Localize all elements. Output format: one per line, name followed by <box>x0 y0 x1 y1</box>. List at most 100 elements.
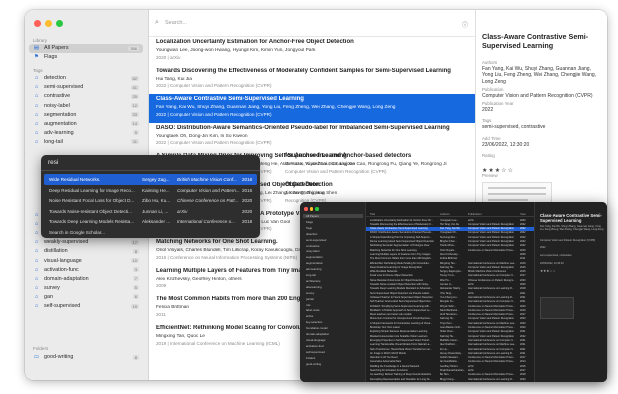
dark-sidebar: All Papers Flags Tags detection semi-supervi… <box>300 202 366 382</box>
sidebar-tag-noisy-label[interactable]: ⌂ noisy-label 12 <box>29 101 143 110</box>
dark-row-title: Towards Noise-resistant Object Detection… <box>370 283 430 287</box>
header-authors[interactable]: Authors <box>440 212 466 216</box>
search-input[interactable]: Search... <box>165 20 187 26</box>
dark-sidebar-item[interactable]: activation-func <box>303 344 363 348</box>
dark-detail-tags: semi-supervised, contrastive <box>540 254 572 257</box>
dark-row-year: 2018 <box>520 287 526 291</box>
dark-zoom-button[interactable] <box>315 207 319 211</box>
dark-sidebar-item[interactable]: Flags <box>303 220 363 224</box>
dark-sidebar-item[interactable]: semi-supervised <box>303 238 363 242</box>
dark-close-button[interactable] <box>304 207 308 211</box>
dark-row-title: A Simple Framework for Contrastive Learn… <box>370 321 433 325</box>
dark-sidebar-item[interactable]: good-writing <box>303 362 363 366</box>
header-year[interactable]: Year <box>520 212 532 216</box>
dark-sidebar-item[interactable]: self-supervised <box>303 350 363 354</box>
dark-sidebar-item[interactable]: visual-language <box>303 338 363 342</box>
paper-list-item[interactable]: DASO: Distribution-Aware Semantics-Orien… <box>149 123 475 152</box>
sidebar-item-all-papers[interactable]: ▤ All Papers 356 <box>29 44 143 53</box>
dark-pdf-preview[interactable] <box>540 297 574 319</box>
sidebar-tag-distillation[interactable]: ⌂ distillation 8 <box>29 247 143 256</box>
item-count-badge: 356 <box>128 45 139 51</box>
sidebar-tag-survey[interactable]: ⌂ survey 5 <box>29 284 143 293</box>
sidebar-tag-augmentation[interactable]: ⌂ augmentation 14 <box>29 120 143 129</box>
dark-row-publication: arXiv <box>468 364 474 368</box>
sidebar-tag-activation-func[interactable]: ⌂ activation-func 3 <box>29 265 143 274</box>
dark-detail-rating[interactable]: ★★★☆☆ <box>540 269 604 273</box>
sidebar-tag-semi-supervised[interactable]: ⌂ semi-supervised 41 <box>29 83 143 92</box>
quick-search-result[interactable]: Deep Residual Learning for Image Reco...… <box>44 185 257 196</box>
sidebar-tag-gan[interactable]: ⌂ gan 6 <box>29 293 143 302</box>
dark-row-year: 2022 <box>520 222 526 226</box>
search-bar[interactable]: ⌕ Search... <box>149 10 475 37</box>
paper-list-item[interactable]: Class-Aware Contrastive Semi-Supervised … <box>149 94 475 124</box>
sidebar-tag-segmentation[interactable]: ⌂ segmentation 33 <box>29 110 143 119</box>
dark-sidebar-item[interactable]: augmentation <box>303 261 363 265</box>
sidebar-tag-contrastive[interactable]: ⌂ contrastive 25 <box>29 92 143 101</box>
sidebar-tag-domain-adaptation[interactable]: ⌂ domain-adaptation 7 <box>29 275 143 284</box>
dark-row-publication: International Conference on Machine Lea.… <box>468 343 516 347</box>
paper-list-item[interactable]: Towards Discovering the Effectiveness of… <box>149 66 475 95</box>
detail-year: 2022 <box>482 107 494 113</box>
dark-sidebar-item[interactable]: partial <box>303 297 363 301</box>
quick-search-result[interactable]: Wide Residual Networks. Sergey Zag... Brit… <box>44 174 257 185</box>
sidebar-folder-good-writing[interactable]: ▭ good-writing 8 <box>29 353 143 362</box>
dark-sidebar-item[interactable]: detection <box>303 232 363 236</box>
dark-sidebar-item[interactable]: foundation-model <box>303 326 363 330</box>
zoom-window-button[interactable] <box>56 20 63 27</box>
dark-sidebar-item[interactable]: noisy-label <box>303 249 363 253</box>
dark-sidebar-item[interactable]: Folders <box>303 356 363 360</box>
detail-add-time-label: Add Time <box>482 136 501 141</box>
close-window-button[interactable] <box>34 20 41 27</box>
paper-publication: 2020 | arXiv <box>156 54 181 60</box>
dark-sidebar-item[interactable]: architecture <box>303 279 363 283</box>
dark-row-publication: Conference on Neural Information Proce..… <box>468 248 515 252</box>
dark-sidebar-item[interactable]: mis <box>303 303 363 307</box>
dark-sidebar-item[interactable]: active <box>303 314 363 318</box>
dark-sidebar-item[interactable]: Tags <box>303 226 363 230</box>
dark-sidebar-item[interactable]: contrastive <box>303 244 363 248</box>
sidebar-tag-weakly-supervised[interactable]: ⌂ weakly-supervised 17 <box>29 238 143 247</box>
dark-row-authors: Ashish Vaswani... <box>440 356 460 360</box>
quick-search-result[interactable]: Search in Google Scholar... <box>44 227 257 238</box>
dark-detail-add-time: 23/06/2022, 12:30:20 <box>540 262 564 265</box>
sidebar-tag-visual-language[interactable]: ⌂ visual-language 10 <box>29 256 143 265</box>
dark-sidebar-item[interactable]: ada-learning <box>303 285 363 289</box>
quick-search-result[interactable]: Towards Deep Learning Models Resista... A… <box>44 216 257 227</box>
header-publication[interactable]: Publication <box>468 212 518 216</box>
quick-search-result[interactable]: Noise Resistant Focal Loss for Object D.… <box>44 195 257 206</box>
dark-row-title: Dense Learning based Semi-Supervised Obj… <box>370 240 435 244</box>
dark-sidebar-item[interactable]: adv-learning <box>303 267 363 271</box>
sidebar-tag-self-supervised[interactable]: ⌂ self-supervised 19 <box>29 302 143 311</box>
dark-row-year: 2020 <box>520 304 526 308</box>
dark-sidebar-item[interactable]: label-noise <box>303 308 363 312</box>
dark-sidebar-item[interactable]: segmentation <box>303 255 363 259</box>
dark-row-authors: Alex Krizhevsky... <box>440 252 460 256</box>
dark-sidebar-item[interactable]: All Papers <box>303 214 363 219</box>
dark-row-authors: Junnan Li... <box>440 283 453 287</box>
detail-tags[interactable]: semi-supervised, contrastive <box>482 124 602 130</box>
dark-row-authors: Bingyi Kang... <box>440 377 456 381</box>
flag-icon: ⚑ <box>34 54 39 61</box>
dark-row-publication: Computer Vision and Pattern Recognition <box>468 240 514 244</box>
dark-table-row[interactable]: Decoupling Representation and Classifier… <box>366 377 534 381</box>
dark-sidebar-item[interactable]: domain-adaptation <box>303 332 363 336</box>
dark-sidebar-item[interactable]: long-tail <box>303 273 363 277</box>
quick-search-input[interactable]: resi <box>48 159 58 166</box>
sidebar-tag-adv-learning[interactable]: ⌂ adv-learning 9 <box>29 129 143 138</box>
dark-row-title: Learning Transferable Visual Models From… <box>370 343 432 347</box>
paper-list-item[interactable]: Localization Uncertainty Estimation for … <box>149 37 475 66</box>
quick-search-result[interactable]: Towards Noise-resistant Object Detecti..… <box>44 206 257 217</box>
sidebar-tag-detection[interactable]: ⌂ detection 82 <box>29 74 143 83</box>
result-authors: Kaiming He... <box>142 187 170 193</box>
minimize-window-button[interactable] <box>45 20 52 27</box>
header-title[interactable]: Title <box>370 212 438 216</box>
dark-sidebar-item[interactable]: survey <box>303 291 363 295</box>
dark-sidebar-item[interactable]: key-selection <box>303 320 363 324</box>
dark-minimize-button[interactable] <box>309 207 313 211</box>
result-venue: British Machine Vision Conf... <box>177 177 237 182</box>
sidebar-tag-label: visual-language <box>44 257 82 264</box>
tag-icon: ⌂ <box>34 120 39 127</box>
sidebar-item-flags[interactable]: ⚑ Flags <box>29 53 143 62</box>
sidebar-tag-long-tail[interactable]: ⌂ long-tail 11 <box>29 138 143 147</box>
info-icon[interactable]: ⓘ <box>462 20 468 29</box>
